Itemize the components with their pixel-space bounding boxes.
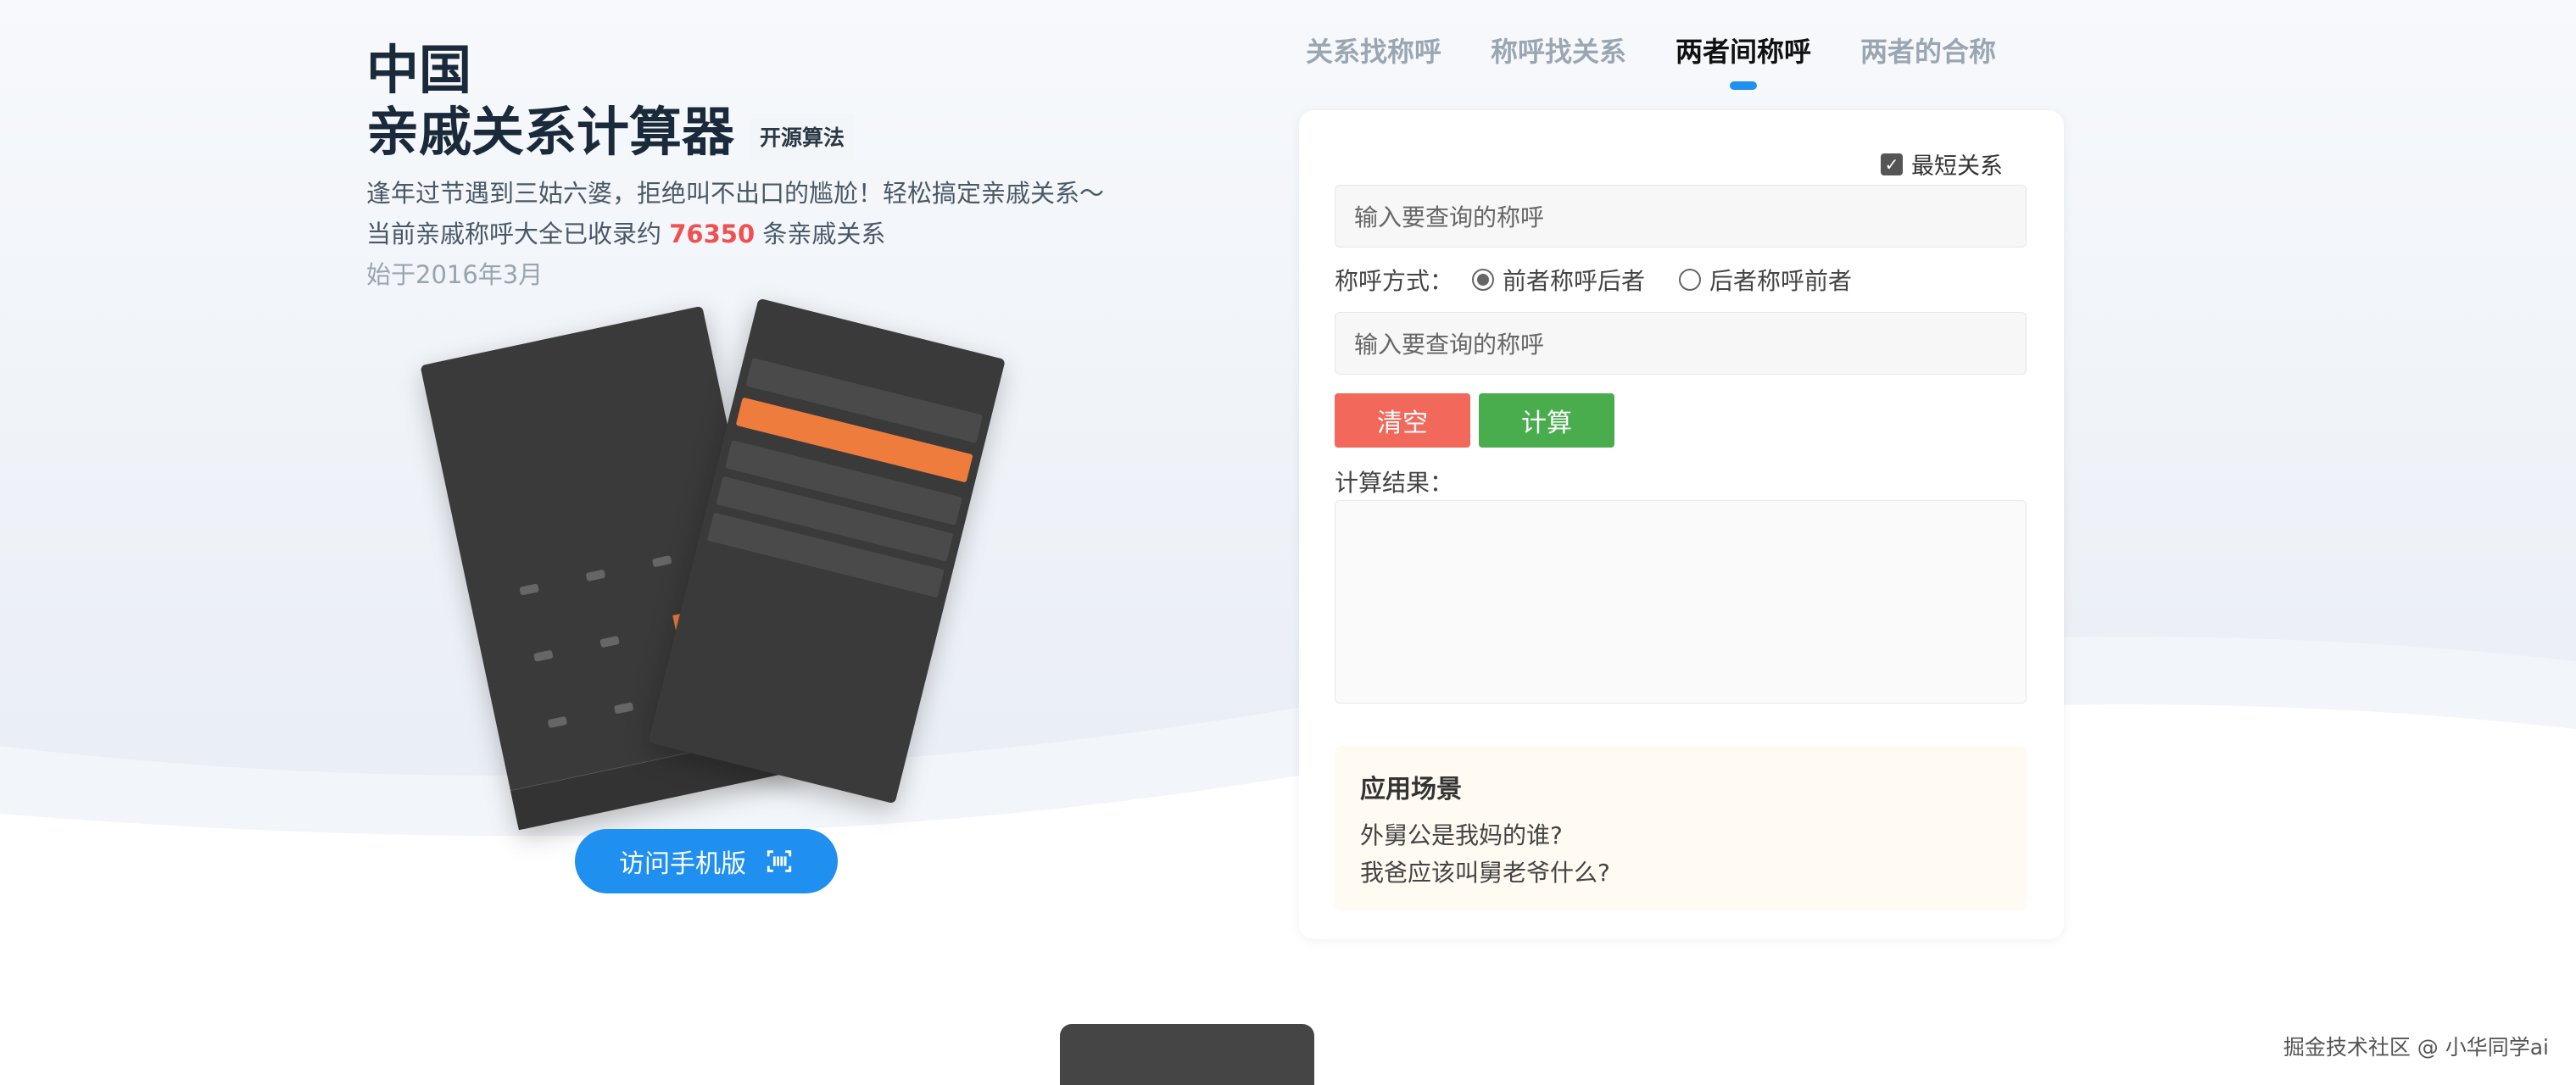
intro-line2-suffix: 条亲戚关系 xyxy=(762,220,886,248)
title-line1: 中国 xyxy=(366,39,472,101)
tab-title-to-relation[interactable]: 称呼找关系 xyxy=(1491,31,1626,92)
scenario-title: 应用场景 xyxy=(1360,775,1462,804)
first-title-placeholder: 输入要查询的称呼 xyxy=(1354,203,1545,231)
mode-option2-label[interactable]: 后者称呼前者 xyxy=(1709,263,1852,297)
result-label: 计算结果： xyxy=(1335,469,1454,497)
page-title: 亲戚关系计算器 xyxy=(366,101,735,163)
intro-line1: 逢年过节遇到三姑六婆，拒绝叫不出口的尴尬！轻松搞定亲戚关系～ xyxy=(366,179,1105,208)
tab-mutual-title[interactable]: 两者间称呼 xyxy=(1676,31,1811,92)
visit-mobile-button[interactable]: 访问手机版 xyxy=(575,829,838,893)
mode-selector: 称呼方式： 前者称呼后者 后者称呼前者 xyxy=(1335,263,1852,297)
mode-label: 称呼方式： xyxy=(1335,267,1454,295)
clear-button[interactable]: 清空 xyxy=(1335,393,1470,448)
first-title-input[interactable]: 输入要查询的称呼 xyxy=(1335,185,2027,248)
since-date: 始于2016年3月 xyxy=(366,260,544,289)
shortest-relation-option[interactable]: ✓ 最短关系 xyxy=(1881,147,2003,181)
calculator-card: ✓ 最短关系 输入要查询的称呼 称呼方式： 前者称呼后者 后者称呼前者 输入要查… xyxy=(1299,110,2064,939)
tab-relation-to-title[interactable]: 关系找称呼 xyxy=(1306,31,1441,92)
radio-former-calls-latter[interactable] xyxy=(1472,269,1495,291)
second-title-input[interactable]: 输入要查询的称呼 xyxy=(1335,312,2027,375)
radio-latter-calls-former[interactable] xyxy=(1679,269,1702,291)
shortest-label: 最短关系 xyxy=(1911,153,2003,180)
scenario-question-1[interactable]: 外舅公是我妈的谁? xyxy=(1360,817,2001,854)
mode-tabs: 关系找称呼 称呼找关系 两者间称呼 两者的合称 xyxy=(1306,31,1996,92)
open-source-badge[interactable]: 开源算法 xyxy=(750,113,856,160)
bottom-panel xyxy=(1060,1024,1314,1085)
mode-option1-label[interactable]: 前者称呼后者 xyxy=(1503,263,1645,297)
second-title-placeholder: 输入要查询的称呼 xyxy=(1354,331,1545,359)
intro-section: 中国 亲戚关系计算器 开源算法 逢年过节遇到三姑六婆，拒绝叫不出口的尴尬！轻松搞… xyxy=(366,41,1214,295)
intro-line2-prefix: 当前亲戚称呼大全已收录约 xyxy=(366,220,662,248)
intro-desc: 逢年过节遇到三姑六婆，拒绝叫不出口的尴尬！轻松搞定亲戚关系～ 当前亲戚称呼大全已… xyxy=(366,173,1214,254)
scenario-question-2[interactable]: 我爸应该叫舅老爷什么? xyxy=(1360,854,2001,892)
phone-preview-images xyxy=(420,298,1018,831)
application-scenarios: 应用场景 外舅公是我妈的谁? 我爸应该叫舅老爷什么? xyxy=(1335,746,2027,910)
visit-mobile-label: 访问手机版 xyxy=(619,849,746,879)
shortest-checkbox[interactable]: ✓ xyxy=(1881,153,1903,175)
result-output[interactable] xyxy=(1335,500,2027,704)
tab-combined-title[interactable]: 两者的合称 xyxy=(1860,31,1996,92)
calculate-button[interactable]: 计算 xyxy=(1479,393,1614,448)
qrcode-scan-icon xyxy=(767,850,792,872)
intro-line2: 当前亲戚称呼大全已收录约 76350 条亲戚关系 xyxy=(366,214,1214,254)
watermark: 掘金技术社区 @ 小华同学ai xyxy=(2283,1035,2549,1060)
relation-count: 76350 xyxy=(669,220,756,248)
